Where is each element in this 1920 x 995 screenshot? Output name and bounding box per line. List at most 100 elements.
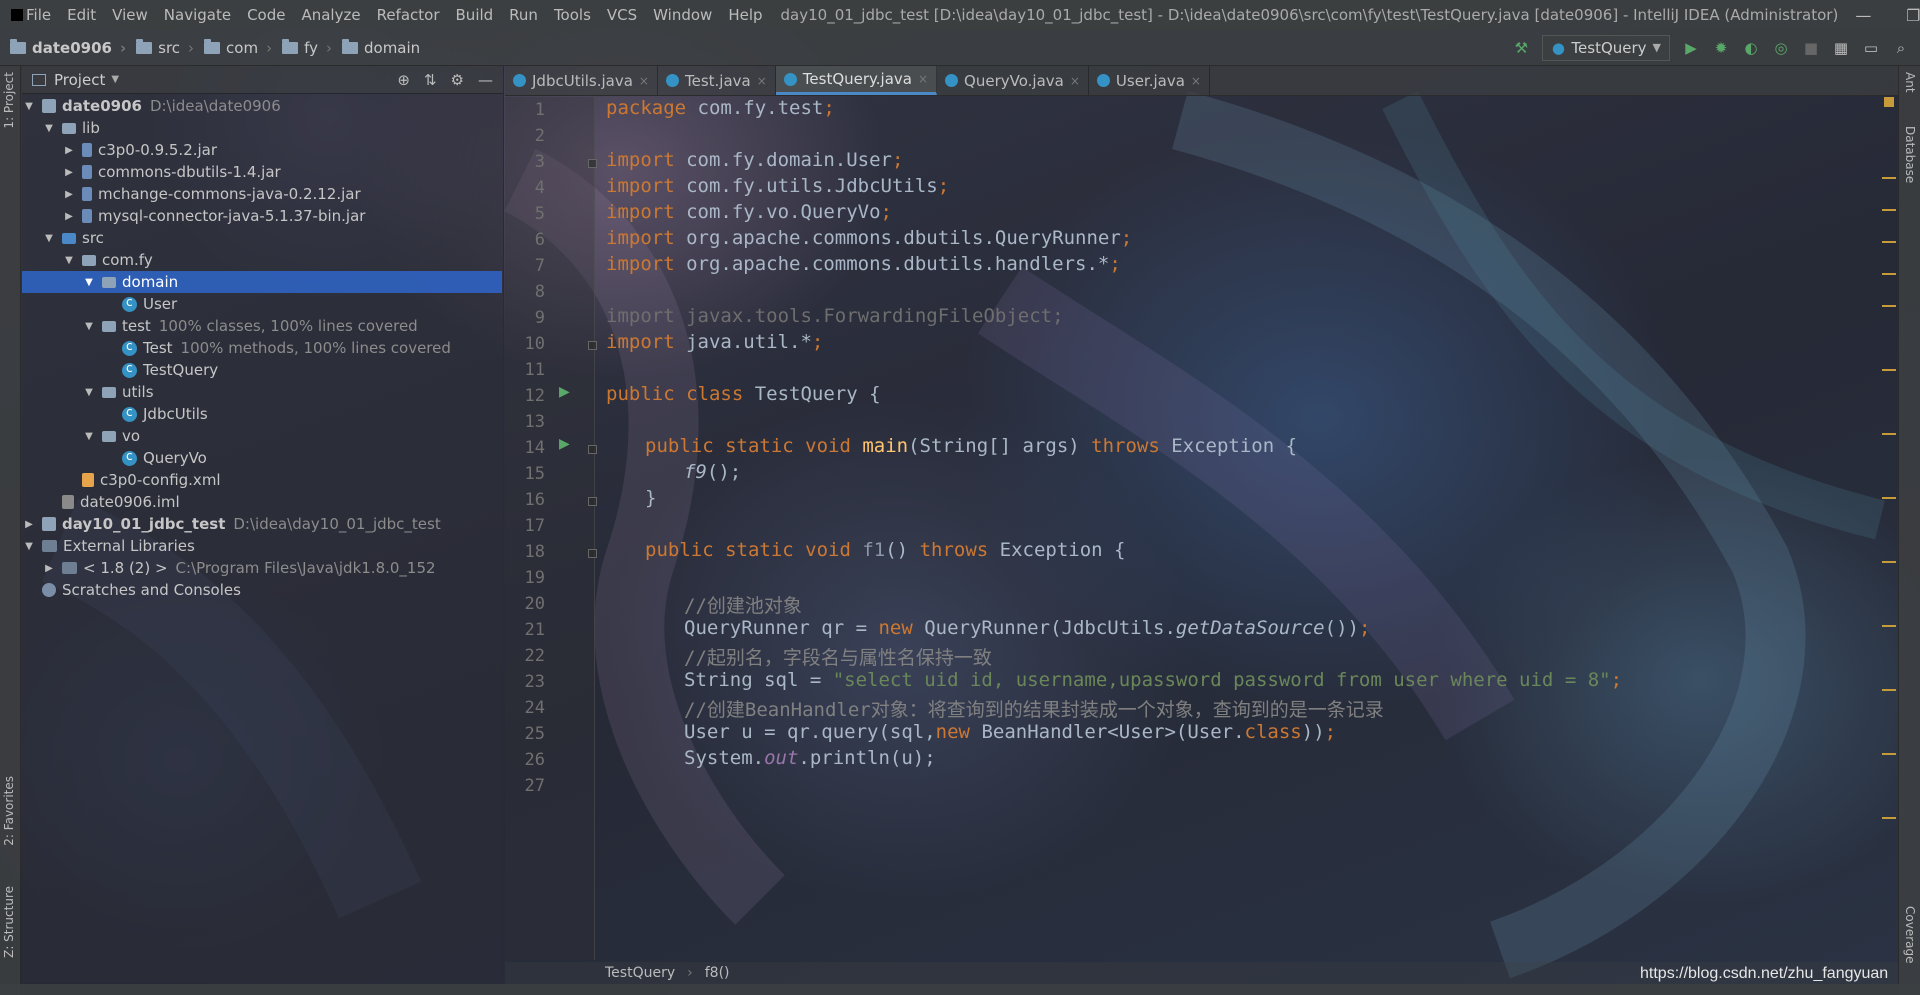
tool-tab-project[interactable]: 1: Project: [2, 72, 16, 129]
close-icon[interactable]: ×: [1191, 74, 1201, 88]
chevron-down-icon[interactable]: ▼: [62, 255, 76, 266]
editor-gutter[interactable]: 1 2 3 4 5 6 7 8 9 10 11 12 13 14 15 16 1…: [505, 97, 597, 960]
warning-marker[interactable]: [1882, 177, 1896, 179]
tree-item-jar[interactable]: ▶ mysql-connector-java-5.1.37-bin.jar: [22, 205, 502, 227]
chevron-right-icon[interactable]: ▶: [62, 167, 76, 178]
tree-item-package[interactable]: ▼ utils: [22, 381, 502, 403]
build-hammer-icon[interactable]: ⚒: [1512, 39, 1530, 57]
menu-analyze[interactable]: Analyze: [293, 6, 368, 24]
tree-item-file[interactable]: date0906.iml: [22, 491, 502, 513]
close-icon[interactable]: ×: [757, 74, 767, 88]
chevron-right-icon[interactable]: ▶: [42, 563, 56, 574]
close-icon[interactable]: ×: [1070, 74, 1080, 88]
locate-file-icon[interactable]: ⊕: [397, 71, 410, 89]
breadcrumb-class[interactable]: TestQuery: [605, 965, 675, 981]
tree-item-jar[interactable]: ▶ commons-dbutils-1.4.jar: [22, 161, 502, 183]
chevron-down-icon[interactable]: ▼: [82, 387, 96, 398]
window-layout-icon[interactable]: ▭: [1862, 39, 1880, 57]
tree-item-date0906[interactable]: ▼ date0906 D:\idea\date0906: [22, 95, 502, 117]
project-view-select[interactable]: Project: [54, 71, 105, 89]
gear-icon[interactable]: ⚙: [451, 71, 464, 89]
breadcrumb-fy[interactable]: fy ›: [272, 38, 332, 57]
tree-item-day10-module[interactable]: ▶ day10_01_jdbc_test D:\idea\day10_01_jd…: [22, 513, 502, 535]
tree-item-package[interactable]: ▼ com.fy: [22, 249, 502, 271]
warning-marker[interactable]: [1882, 689, 1896, 691]
stop-icon[interactable]: ■: [1802, 39, 1820, 57]
breadcrumb-method[interactable]: f8(): [705, 965, 730, 981]
warning-marker[interactable]: [1882, 273, 1896, 275]
warning-marker[interactable]: [1882, 561, 1896, 563]
tree-item-class[interactable]: QueryVo: [22, 447, 502, 469]
tool-tab-favorites[interactable]: 2: Favorites: [2, 776, 16, 846]
collapse-all-icon[interactable]: ⇅: [424, 71, 437, 89]
breadcrumb-src[interactable]: src ›: [126, 38, 194, 57]
tab-queryvo[interactable]: QueryVo.java ×: [937, 66, 1089, 95]
menu-vcs[interactable]: VCS: [599, 6, 645, 24]
menu-navigate[interactable]: Navigate: [156, 6, 239, 24]
menu-refactor[interactable]: Refactor: [369, 6, 448, 24]
profile-icon[interactable]: ◎: [1772, 39, 1790, 57]
tab-testquery[interactable]: TestQuery.java ×: [775, 66, 938, 95]
tree-item-class[interactable]: TestQuery: [22, 359, 502, 381]
breadcrumb-domain[interactable]: domain: [332, 38, 420, 57]
warning-marker[interactable]: [1882, 305, 1896, 307]
run-class-icon[interactable]: ▶: [559, 384, 570, 400]
run-icon[interactable]: ▶: [1682, 39, 1700, 57]
warning-marker[interactable]: [1882, 625, 1896, 627]
chevron-down-icon[interactable]: ▼: [22, 101, 36, 112]
menu-edit[interactable]: Edit: [59, 6, 104, 24]
chevron-right-icon[interactable]: ▶: [62, 145, 76, 156]
tab-jdbcutils[interactable]: JdbcUtils.java ×: [505, 66, 658, 95]
tree-item-jdk[interactable]: ▶ < 1.8 (2) > C:\Program Files\Java\jdk1…: [22, 557, 502, 579]
breadcrumb-project[interactable]: date0906 ›: [0, 38, 126, 57]
tool-tab-structure[interactable]: Z: Structure: [2, 886, 16, 958]
chevron-down-icon[interactable]: ▼: [82, 277, 96, 288]
tree-item-external-libraries[interactable]: ▼ External Libraries: [22, 535, 502, 557]
tab-test[interactable]: Test.java ×: [658, 66, 776, 95]
chevron-down-icon[interactable]: ▼: [111, 74, 119, 85]
tree-item-jar[interactable]: ▶ c3p0-0.9.5.2.jar: [22, 139, 502, 161]
tree-item-package[interactable]: ▼ test 100% classes, 100% lines covered: [22, 315, 502, 337]
menu-help[interactable]: Help: [720, 6, 770, 24]
menu-run[interactable]: Run: [501, 6, 546, 24]
tree-item-package[interactable]: ▼ vo: [22, 425, 502, 447]
warning-marker[interactable]: [1882, 753, 1896, 755]
chevron-down-icon[interactable]: ▼: [82, 431, 96, 442]
chevron-right-icon[interactable]: ▶: [62, 211, 76, 222]
tree-item-file[interactable]: c3p0-config.xml: [22, 469, 502, 491]
close-icon[interactable]: ×: [639, 74, 649, 88]
chevron-right-icon[interactable]: ▶: [62, 189, 76, 200]
chevron-down-icon[interactable]: ▼: [22, 541, 36, 552]
warning-marker[interactable]: [1882, 241, 1896, 243]
run-method-icon[interactable]: ▶: [559, 436, 570, 452]
code-editor[interactable]: package com.fy.test; import com.fy.domai…: [596, 97, 1886, 960]
tree-item-scratches[interactable]: Scratches and Consoles: [22, 579, 502, 601]
run-configuration-select[interactable]: ● TestQuery ▼: [1542, 34, 1670, 61]
tree-item-class[interactable]: User: [22, 293, 502, 315]
menu-view[interactable]: View: [104, 6, 156, 24]
tree-item-lib[interactable]: ▼ lib: [22, 117, 502, 139]
warning-marker[interactable]: [1882, 369, 1896, 371]
chevron-down-icon[interactable]: ▼: [42, 233, 56, 244]
chevron-down-icon[interactable]: ▼: [42, 123, 56, 134]
warning-marker[interactable]: [1882, 433, 1896, 435]
tool-tab-coverage[interactable]: Coverage: [1903, 906, 1917, 964]
error-stripe[interactable]: [1882, 97, 1896, 960]
menu-code[interactable]: Code: [239, 6, 293, 24]
tree-item-jar[interactable]: ▶ mchange-commons-java-0.2.12.jar: [22, 183, 502, 205]
tree-item-domain[interactable]: ▼ domain: [22, 271, 502, 293]
chevron-down-icon[interactable]: ▼: [82, 321, 96, 332]
tool-tab-ant[interactable]: Ant: [1903, 72, 1917, 93]
breadcrumb-com[interactable]: com ›: [194, 38, 272, 57]
menu-window[interactable]: Window: [645, 6, 720, 24]
tree-item-class[interactable]: JdbcUtils: [22, 403, 502, 425]
project-structure-icon[interactable]: ▦: [1832, 39, 1850, 57]
menu-file[interactable]: File: [18, 6, 59, 24]
debug-icon[interactable]: ✹: [1712, 39, 1730, 57]
warning-marker[interactable]: [1882, 817, 1896, 819]
restore-button[interactable]: ❐: [1888, 6, 1920, 25]
run-with-coverage-icon[interactable]: ◐: [1742, 39, 1760, 57]
tree-item-src[interactable]: ▼ src: [22, 227, 502, 249]
search-icon[interactable]: ⌕: [1892, 39, 1910, 57]
chevron-right-icon[interactable]: ▶: [22, 519, 36, 530]
